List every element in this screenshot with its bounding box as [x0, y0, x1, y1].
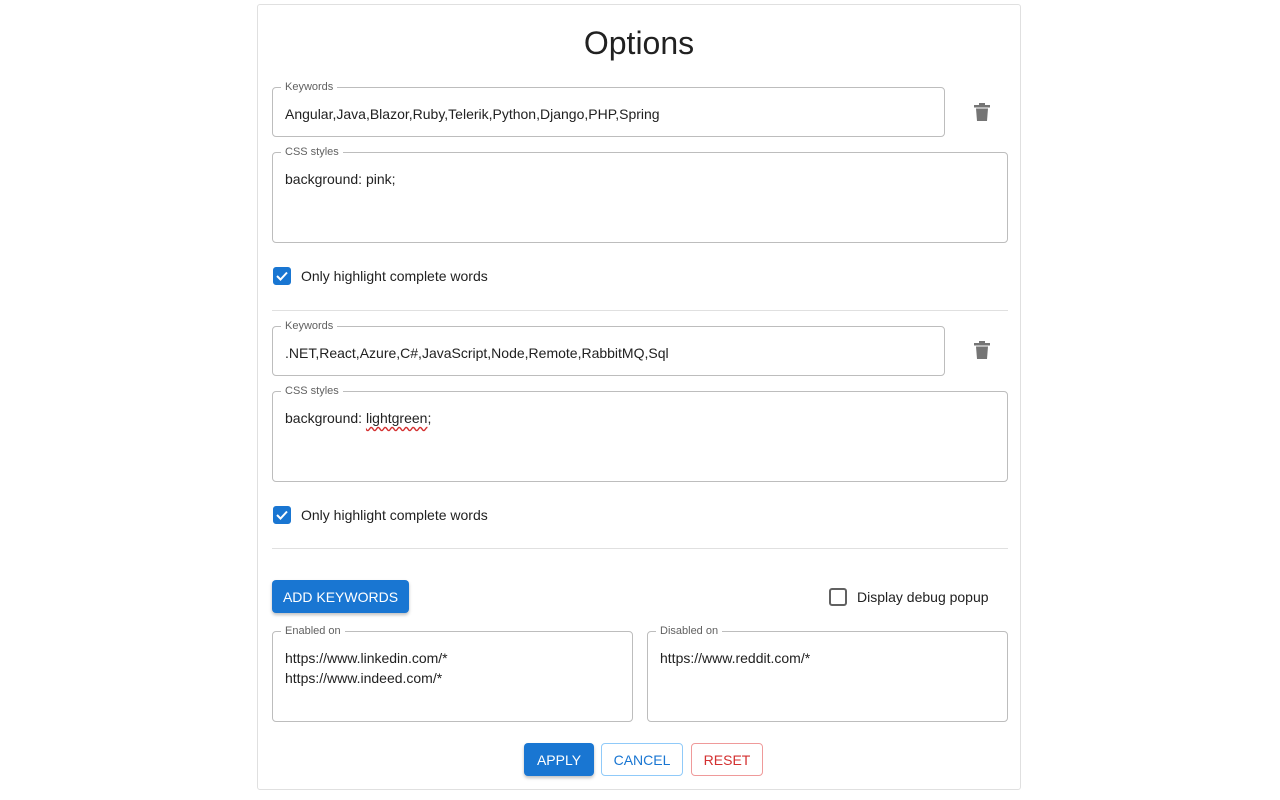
css-styles-prefix-2: background:: [285, 410, 366, 426]
keywords-label-2: Keywords: [281, 320, 338, 333]
debug-popup-row[interactable]: Display debug popup: [829, 588, 989, 606]
complete-words-row-2[interactable]: Only highlight complete words: [273, 506, 488, 524]
css-styles-label-2: CSS styles: [281, 385, 343, 398]
css-styles-field-2[interactable]: CSS styles background: lightgreen;: [272, 385, 1008, 482]
complete-words-checkbox-2[interactable]: [273, 506, 291, 524]
checkmark-icon: [276, 271, 288, 281]
keywords-field-2[interactable]: Keywords .NET,React,Azure,C#,JavaScript,…: [272, 320, 945, 376]
css-styles-label-1: CSS styles: [281, 146, 343, 159]
css-styles-value-2: background: lightgreen;: [285, 408, 995, 428]
complete-words-label-2: Only highlight complete words: [301, 507, 488, 523]
keywords-label-1: Keywords: [281, 81, 338, 94]
keywords-value-1: Angular,Java,Blazor,Ruby,Telerik,Python,…: [285, 106, 660, 122]
complete-words-label-1: Only highlight complete words: [301, 268, 488, 284]
disabled-on-field[interactable]: Disabled on https://www.reddit.com/*: [647, 625, 1008, 722]
keywords-field-1[interactable]: Keywords Angular,Java,Blazor,Ruby,Teleri…: [272, 81, 945, 137]
disabled-on-label: Disabled on: [656, 625, 723, 638]
trash-icon: [974, 103, 990, 121]
css-styles-field-1[interactable]: CSS styles background: pink;: [272, 146, 1008, 243]
group-divider-1: [272, 310, 1008, 311]
options-panel: Options Keywords Angular,Java,Blazor,Rub…: [257, 4, 1021, 790]
reset-button[interactable]: RESET: [691, 743, 763, 776]
delete-group-2-trash-icon[interactable]: [974, 341, 990, 359]
disabled-on-value: https://www.reddit.com/*: [660, 650, 811, 666]
cancel-button[interactable]: CANCEL: [601, 743, 683, 776]
keywords-value-2: .NET,React,Azure,C#,JavaScript,Node,Remo…: [285, 345, 669, 361]
page-title: Options: [583, 25, 695, 61]
apply-button[interactable]: APPLY: [524, 743, 594, 776]
delete-group-1-trash-icon[interactable]: [974, 103, 990, 121]
enabled-on-field[interactable]: Enabled on https://www.linkedin.com/* ht…: [272, 625, 633, 722]
complete-words-row-1[interactable]: Only highlight complete words: [273, 267, 488, 285]
enabled-on-label: Enabled on: [281, 625, 345, 638]
checkmark-icon: [276, 510, 288, 520]
enabled-on-value: https://www.linkedin.com/* https://www.i…: [285, 650, 448, 686]
debug-popup-label: Display debug popup: [857, 589, 989, 605]
debug-popup-checkbox[interactable]: [829, 588, 847, 606]
add-keywords-button[interactable]: ADD KEYWORDS: [272, 580, 409, 613]
trash-icon: [974, 341, 990, 359]
css-styles-suffix-2: ;: [427, 410, 432, 426]
group-divider-2: [272, 548, 1008, 549]
css-styles-value-1: background: pink;: [285, 171, 396, 187]
complete-words-checkbox-1[interactable]: [273, 267, 291, 285]
css-styles-misspelled-2: lightgreen: [365, 410, 428, 426]
